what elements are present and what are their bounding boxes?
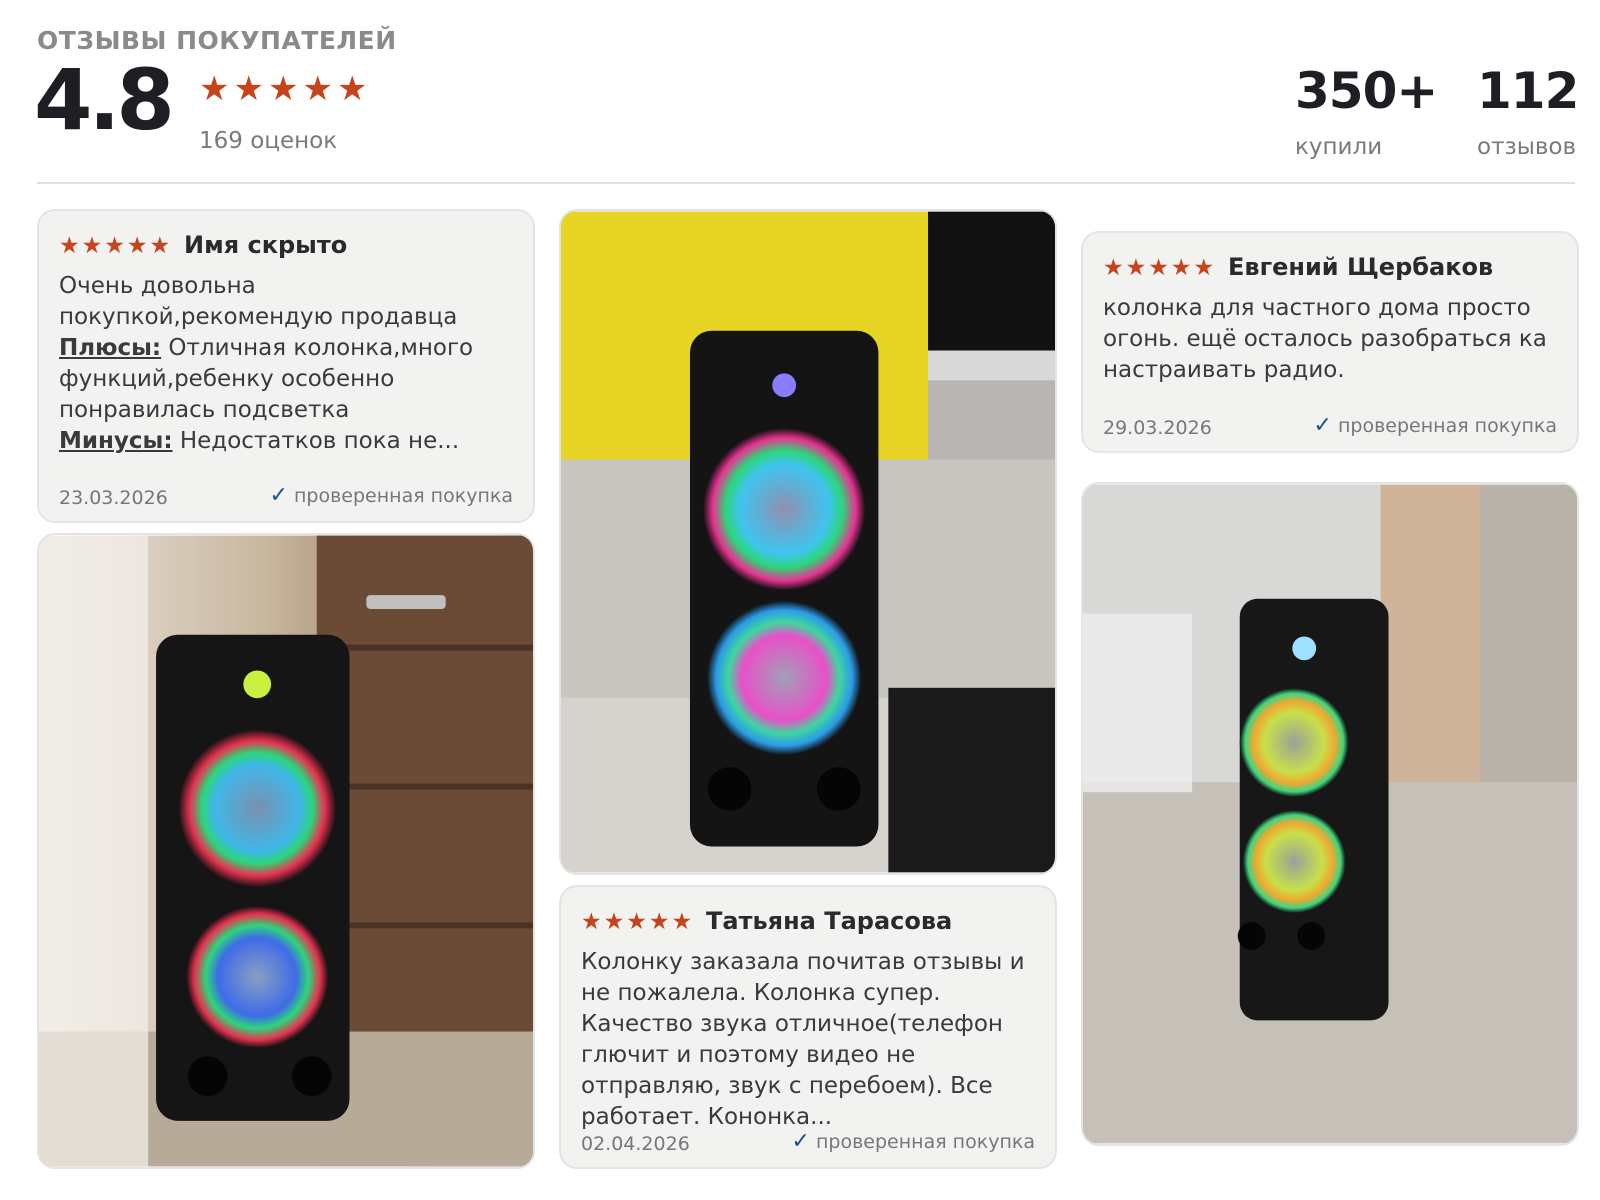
review-card[interactable]: ★ ★ ★ ★ ★ Евгений Щербаков колонка для частн… (1081, 231, 1579, 453)
review-card[interactable]: ★ ★ ★ ★ ★ Татьяна Тарасова Колонку заказала … (559, 885, 1057, 1169)
verified-label: проверенная покупка (815, 1131, 1035, 1153)
star-icon: ★ (149, 233, 171, 259)
review-text: Колонку заказала почитав отзывы и не пож… (581, 949, 1025, 1130)
verified-label: проверенная покупка (293, 485, 513, 507)
star-icon: ★ (199, 69, 230, 109)
check-icon: ✓ (1313, 413, 1332, 438)
speaker-photo-icon (39, 535, 533, 1167)
reviews-label: отзывов (1477, 134, 1577, 160)
ratings-count: 169 оценок (199, 128, 338, 154)
review-photo[interactable] (559, 209, 1057, 875)
average-rating: 4.8 (34, 51, 175, 149)
review-text: Очень довольна покупкой,рекомендую прода… (59, 271, 519, 457)
review-date: 02.04.2026 (581, 1133, 690, 1155)
star-icon: ★ (603, 909, 625, 935)
star-icon: ★ (81, 233, 103, 259)
check-icon: ✓ (269, 483, 288, 508)
star-icon: ★ (1125, 255, 1147, 281)
star-icon: ★ (1148, 255, 1169, 281)
verified-badge: ✓ проверенная покупка (1314, 413, 1557, 438)
review-card[interactable]: ★ ★ ★ ★ ★ Имя скрыто Очень довольна покупкой… (37, 209, 535, 523)
verified-badge: ✓ проверенная покупка (792, 1129, 1035, 1154)
review-stars: ★ ★ ★ ★ ★ (1103, 257, 1214, 280)
review-author: Татьяна Тарасова (706, 907, 953, 935)
star-icon: ★ (233, 69, 264, 109)
star-icon: ★ (104, 233, 125, 259)
star-icon: ★ (1103, 255, 1124, 281)
review-date: 29.03.2026 (1103, 417, 1212, 439)
star-icon: ★ (336, 69, 368, 109)
star-icon: ★ (126, 233, 148, 259)
star-icon: ★ (1193, 255, 1215, 281)
review-date: 23.03.2026 (59, 487, 168, 509)
divider (37, 182, 1575, 184)
review-author: Евгений Щербаков (1228, 253, 1494, 281)
bought-value: 350+ (1295, 62, 1438, 120)
reviews-value: 112 (1477, 62, 1579, 120)
review-photo[interactable] (37, 533, 535, 1169)
star-icon: ★ (267, 69, 299, 109)
check-icon: ✓ (791, 1129, 810, 1154)
review-stars: ★ ★ ★ ★ ★ (59, 235, 170, 258)
rating-stars: ★ ★ ★ ★ ★ (199, 72, 367, 106)
verified-badge: ✓ проверенная покупка (270, 483, 513, 508)
review-photo[interactable] (1081, 482, 1579, 1146)
star-icon: ★ (648, 909, 670, 935)
star-icon: ★ (626, 909, 647, 935)
bought-stat: 350+ купили (1295, 62, 1438, 160)
star-icon: ★ (581, 909, 602, 935)
pros-label: Плюсы: (59, 335, 162, 361)
star-icon: ★ (302, 69, 333, 109)
review-body: Очень довольна покупкой,рекомендую прода… (59, 273, 458, 330)
star-icon: ★ (1170, 255, 1192, 281)
cons-label: Минусы: (59, 428, 173, 454)
bought-label: купили (1295, 134, 1383, 160)
cons-text: Недостатков пока не... (179, 428, 460, 454)
review-stars: ★ ★ ★ ★ ★ (581, 911, 692, 934)
review-text: колонка для частного дома просто огонь. … (1103, 295, 1547, 383)
star-icon: ★ (59, 233, 80, 259)
verified-label: проверенная покупка (1337, 415, 1557, 437)
speaker-photo-icon (561, 211, 1055, 873)
review-author: Имя скрыто (184, 231, 348, 259)
speaker-photo-icon (1083, 484, 1577, 1144)
reviews-stat[interactable]: 112 отзывов (1477, 62, 1579, 160)
star-icon: ★ (671, 909, 693, 935)
